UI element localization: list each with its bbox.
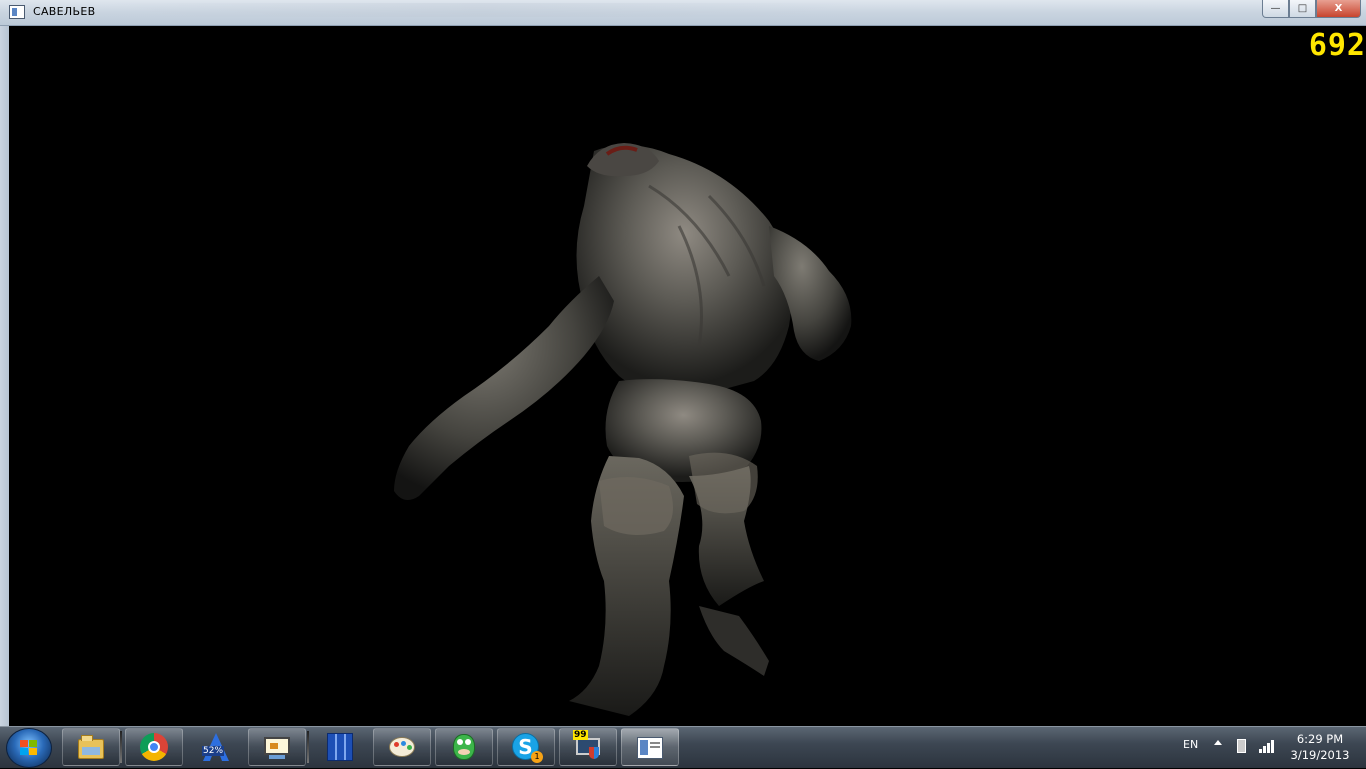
monitor-shield-icon: 99 [573, 730, 603, 761]
system-clock[interactable]: 6:29 PM 3/19/2013 [1286, 731, 1354, 763]
power-icon[interactable] [1237, 739, 1246, 753]
avast-percentage: 52% [202, 746, 225, 756]
snipping-tool-icon [262, 733, 292, 761]
clock-time: 6:29 PM [1296, 732, 1344, 746]
titlebar-glass-reflection [100, 3, 860, 17]
clock-date: 3/19/2013 [1290, 748, 1350, 762]
close-button[interactable]: X [1316, 0, 1361, 18]
taskbar-archive-button[interactable] [311, 728, 369, 766]
taskbar: 52% S 1 99 EN 6:29 PM 3/19/2013 [0, 726, 1366, 768]
show-hidden-icons-icon[interactable] [1214, 740, 1222, 745]
window-controls: — □ X [1262, 0, 1361, 18]
taskbar-avast-button[interactable]: 52% [187, 728, 245, 766]
taskbar-explorer-button[interactable] [62, 728, 120, 766]
window-frame-left [0, 26, 9, 726]
app-icon [9, 5, 25, 19]
bubble-dragon-icon [449, 733, 479, 761]
taskbar-monitor-button[interactable]: 99 [559, 728, 617, 766]
windows-logo-icon [20, 740, 38, 757]
network-signal-icon[interactable] [1259, 739, 1277, 753]
archive-manager-icon [325, 733, 355, 761]
taskbar-snipping-button[interactable] [248, 728, 306, 766]
language-indicator[interactable]: EN [1183, 738, 1198, 751]
skype-notification-badge: 1 [531, 751, 543, 763]
taskbar-skype-button[interactable]: S 1 [497, 728, 555, 766]
game-viewport[interactable]: 692 [9, 26, 1366, 726]
taskbar-bubble-button[interactable] [435, 728, 493, 766]
creature-left-arm [394, 276, 614, 500]
minimize-button[interactable]: — [1262, 0, 1289, 18]
window-titlebar[interactable]: САВЕЛЬЕВ — □ X [0, 0, 1366, 26]
maximize-button[interactable]: □ [1289, 0, 1316, 18]
taskbar-paint-button[interactable] [373, 728, 431, 766]
paint-icon [387, 733, 417, 761]
avast-icon: 52% [201, 733, 231, 761]
windows-explorer-icon [76, 733, 106, 761]
minimize-icon: — [1270, 3, 1281, 14]
creature-model [394, 143, 852, 716]
taskbar-chrome-button[interactable] [125, 728, 183, 766]
skype-icon: S 1 [511, 733, 543, 763]
maximize-icon: □ [1297, 3, 1308, 14]
active-window-icon [635, 733, 665, 761]
start-button[interactable] [6, 728, 52, 768]
monitor-score-label: 99 [573, 730, 588, 740]
close-icon: X [1334, 3, 1343, 14]
chrome-icon [139, 733, 169, 761]
fps-counter: 692 [1308, 28, 1366, 63]
window-title: САВЕЛЬЕВ [33, 5, 96, 18]
taskbar-active-window-button[interactable] [621, 728, 679, 766]
